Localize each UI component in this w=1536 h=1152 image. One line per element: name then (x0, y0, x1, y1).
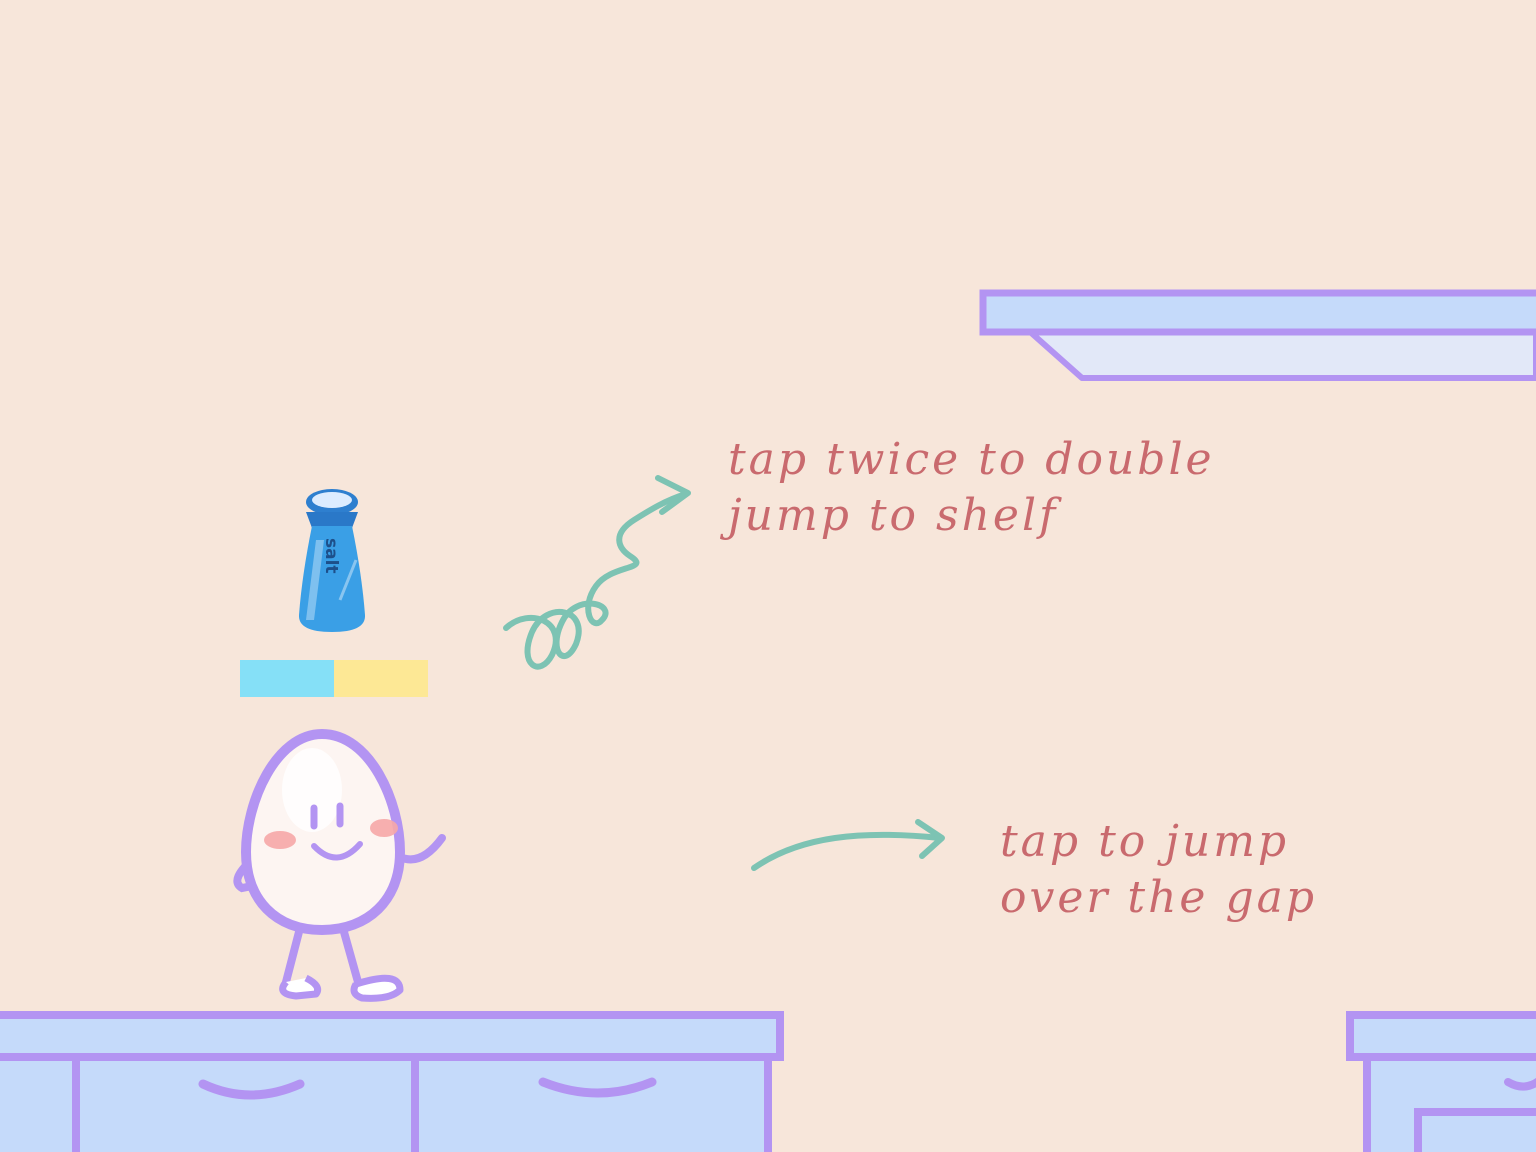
hint-double-jump: tap twice to double jump to shelf (728, 432, 1215, 544)
wall-shelf (979, 289, 1536, 381)
counter-left (0, 1011, 784, 1152)
salt-label: salt (321, 538, 341, 574)
jump-meter-remaining (334, 660, 428, 697)
jump-meter-fill (240, 660, 334, 697)
jump-meter (240, 660, 428, 697)
hint-single-jump: tap to jump over the gap (1000, 814, 1317, 926)
hint-line: tap to jump (1000, 816, 1290, 867)
egg-blush-left (264, 831, 296, 849)
hint-line: over the gap (1000, 872, 1318, 923)
counter-right (1346, 1011, 1536, 1152)
hint-line: tap twice to double (728, 434, 1215, 485)
background (0, 0, 1536, 1152)
egg-blush-right (370, 819, 398, 837)
game-scene[interactable]: salt (0, 0, 1536, 1152)
hint-line: jump to shelf (728, 490, 1059, 541)
